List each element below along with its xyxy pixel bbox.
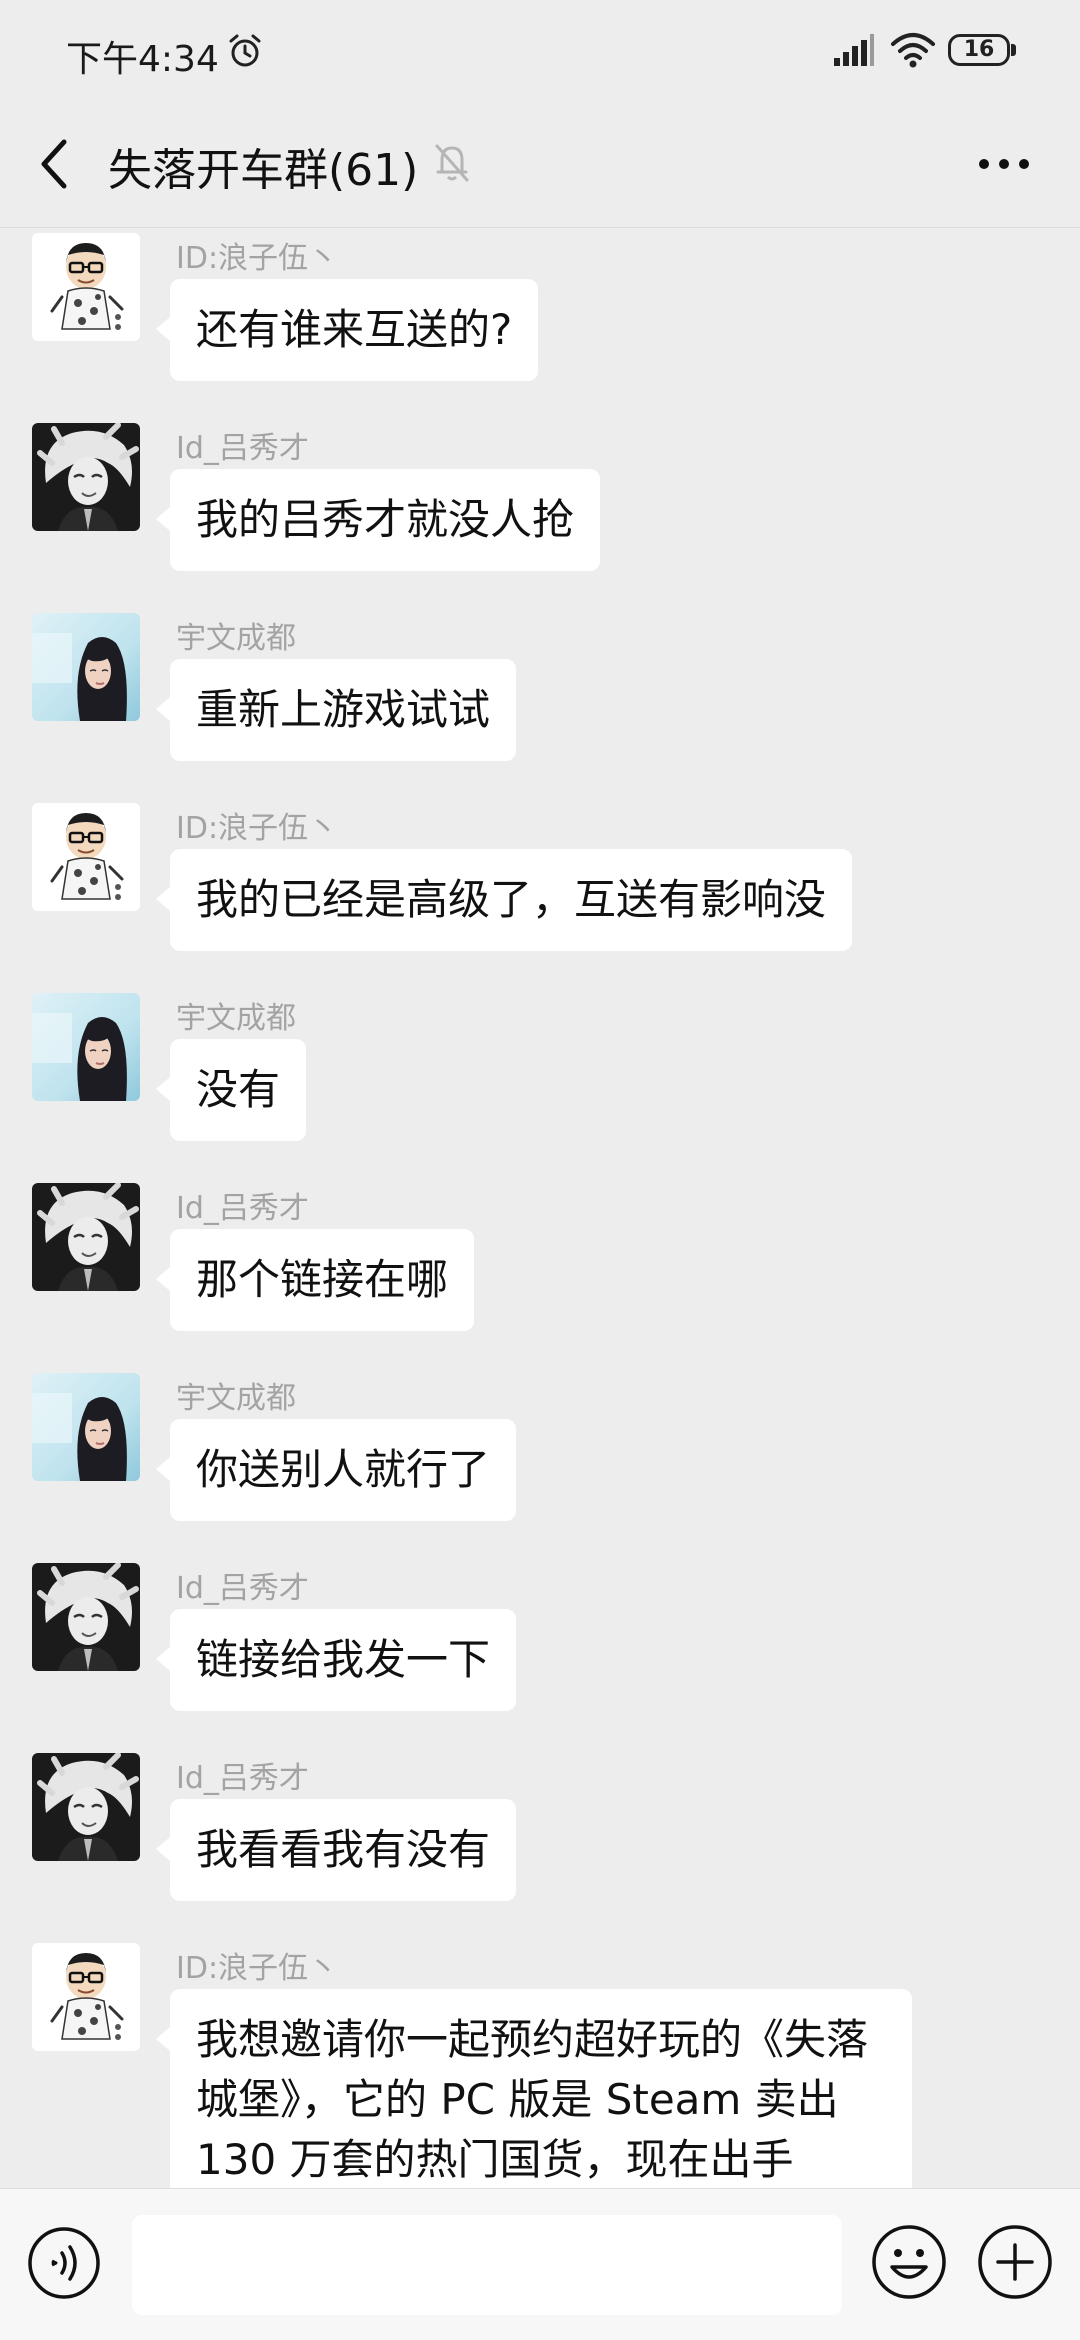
input-bar	[0, 2188, 1080, 2340]
avatar[interactable]	[32, 233, 140, 341]
sender-name: Id_吕秀才	[176, 1761, 309, 1796]
sender-name: 宇文成都	[176, 1001, 296, 1036]
emoji-icon[interactable]	[870, 2223, 948, 2301]
message-bubble[interactable]: 我想邀请你一起预约超好玩的《失落城堡》，它的 PC 版是 Steam 卖出 13…	[156, 1989, 912, 2188]
alarm-clock-icon	[229, 34, 261, 67]
battery-indicator: 16	[948, 34, 1016, 66]
message-list[interactable]: ID:浪子伍丶 还有谁来互送的? Id_吕秀才 我的吕秀才就没人抢 宇文成都 重…	[0, 229, 1080, 2188]
battery-cap	[1011, 44, 1016, 56]
bell-off-icon	[435, 144, 469, 182]
wifi-icon	[891, 33, 935, 68]
sender-name: 宇文成都	[176, 1381, 296, 1416]
sender-name: ID:浪子伍丶	[176, 1951, 339, 1986]
sender-name: 宇文成都	[176, 621, 296, 656]
avatar[interactable]	[32, 1943, 140, 2051]
avatar[interactable]	[32, 1183, 140, 1291]
message-bubble[interactable]: 链接给我发一下	[155, 1609, 517, 1711]
chat-title: 失落开车群(61)	[108, 145, 419, 196]
avatar[interactable]	[32, 423, 140, 531]
status-bar: 下午4:34 16	[0, 0, 1080, 100]
message-bubble[interactable]: 你送别人就行了	[155, 1419, 517, 1521]
more-dots-icon[interactable]	[976, 144, 1032, 184]
avatar[interactable]	[32, 1563, 140, 1671]
avatar[interactable]	[32, 1373, 140, 1481]
message-bubble[interactable]: 我的已经是高级了，互送有影响没	[155, 849, 853, 951]
message-bubble[interactable]: 还有谁来互送的?	[155, 279, 539, 381]
avatar[interactable]	[32, 803, 140, 911]
sender-name: Id_吕秀才	[176, 431, 309, 466]
cellular-signal-icon	[834, 34, 874, 66]
chevron-left-icon[interactable]	[30, 134, 76, 194]
sender-name: Id_吕秀才	[176, 1191, 309, 1226]
sender-name: ID:浪子伍丶	[176, 811, 339, 846]
sender-name: ID:浪子伍丶	[176, 241, 339, 276]
message-bubble[interactable]: 我看看我有没有	[155, 1799, 517, 1901]
status-time: 下午4:34	[66, 39, 219, 80]
message-bubble[interactable]: 没有	[155, 1039, 307, 1141]
battery-level: 16	[948, 34, 1010, 66]
plus-icon[interactable]	[976, 2223, 1054, 2301]
message-bubble[interactable]: 那个链接在哪	[155, 1229, 475, 1331]
message-input[interactable]	[132, 2215, 842, 2315]
avatar[interactable]	[32, 613, 140, 721]
voice-icon[interactable]	[26, 2225, 102, 2301]
message-bubble[interactable]: 重新上游戏试试	[155, 659, 517, 761]
avatar[interactable]	[32, 1753, 140, 1861]
avatar[interactable]	[32, 993, 140, 1101]
sender-name: Id_吕秀才	[176, 1571, 309, 1606]
message-bubble[interactable]: 我的吕秀才就没人抢	[155, 469, 601, 571]
chat-header: 失落开车群(61)	[0, 100, 1080, 228]
